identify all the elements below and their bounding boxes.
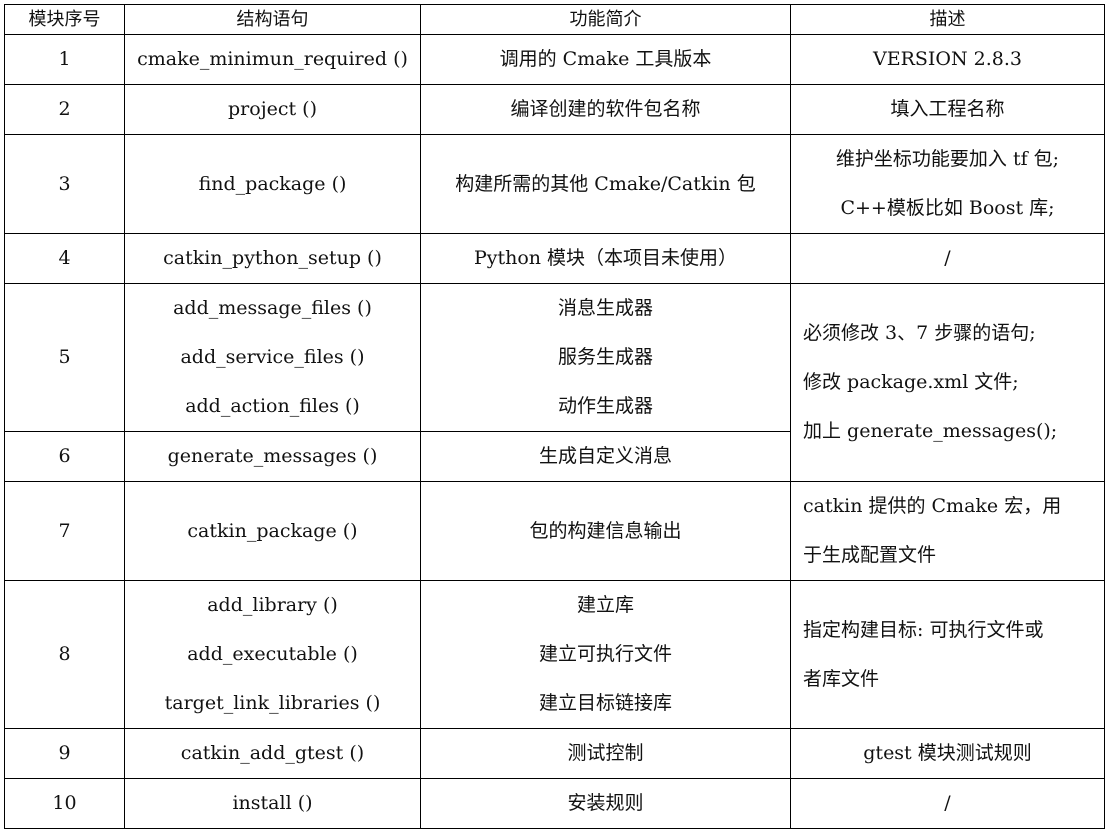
header-function: 功能简介: [420, 4, 791, 35]
function-line: 服务生成器: [557, 346, 653, 368]
function-line: 建立目标链接库: [538, 692, 672, 714]
cell-function: 测试控制: [420, 728, 791, 779]
function-line: 消息生成器: [557, 297, 653, 319]
cell-description: catkin 提供的 Cmake 宏，用 于生成配置文件: [790, 481, 1105, 581]
header-row: 模块序号 结构语句 功能简介 描述: [4, 4, 1105, 35]
header-module-no: 模块序号: [4, 4, 125, 35]
table-row: 4 catkin_python_setup () Python 模块（本项目未使…: [4, 233, 1105, 284]
cell-statement: catkin_python_setup (): [124, 233, 421, 284]
description-line: 修改 package.xml 文件;: [803, 371, 1019, 393]
cell-no: 3: [4, 134, 125, 234]
description-line: 加上 generate_messages();: [803, 420, 1058, 442]
cell-statement: generate_messages (): [124, 431, 421, 482]
cell-statement: project (): [124, 84, 421, 135]
cell-description: /: [790, 233, 1105, 284]
statement-line: add_message_files (): [173, 297, 372, 319]
cell-no: 7: [4, 481, 125, 581]
cell-description: gtest 模块测试规则: [790, 728, 1105, 779]
statement-line: add_executable (): [187, 643, 358, 665]
cell-function: 编译创建的软件包名称: [420, 84, 791, 135]
description-line: 指定构建目标: 可执行文件或: [803, 618, 1044, 641]
cell-function: 生成自定义消息: [420, 431, 791, 482]
table-row: 1 cmake_minimun_required () 调用的 Cmake 工具…: [4, 34, 1105, 85]
table-row: 5 add_message_files () add_service_files…: [4, 283, 1105, 482]
cell-function: 建立库 建立可执行文件 建立目标链接库: [420, 580, 791, 729]
cell-statement: add_library () add_executable () target_…: [124, 580, 421, 729]
statement-line: add_library (): [207, 594, 338, 616]
cell-no: 4: [4, 233, 125, 284]
statement-line: target_link_libraries (): [164, 692, 381, 714]
description-line: catkin 提供的 Cmake 宏，用: [803, 495, 1062, 517]
cell-function: 调用的 Cmake 工具版本: [420, 34, 791, 85]
statement-line: add_service_files (): [180, 346, 365, 368]
table-row: 7 catkin_package () 包的构建信息输出 catkin 提供的 …: [4, 481, 1105, 581]
cell-no: 5: [4, 283, 125, 432]
table-row: 9 catkin_add_gtest () 测试控制 gtest 模块测试规则: [4, 728, 1105, 779]
statement-line: add_action_files (): [185, 395, 360, 417]
description-line: 于生成配置文件: [803, 544, 937, 566]
cell-statement: add_message_files () add_service_files (…: [124, 283, 421, 432]
function-line: 动作生成器: [557, 395, 653, 417]
function-line: 建立库: [576, 594, 634, 616]
cell-function: 包的构建信息输出: [420, 481, 791, 581]
table-row: 10 install () 安装规则 /: [4, 778, 1105, 829]
description-line: 必须修改 3、7 步骤的语句;: [803, 322, 1036, 344]
description-line: C++模板比如 Boost 库;: [840, 197, 1055, 219]
table-row: 8 add_library () add_executable () targe…: [4, 580, 1105, 729]
cell-no: 6: [4, 431, 125, 482]
cell-no: 9: [4, 728, 125, 779]
table-row: 2 project () 编译创建的软件包名称 填入工程名称: [4, 84, 1105, 135]
cell-description: /: [790, 778, 1105, 829]
description-line: 者库文件: [803, 667, 880, 690]
cell-statement: catkin_package (): [124, 481, 421, 581]
cell-description: 维护坐标功能要加入 tf 包; C++模板比如 Boost 库;: [790, 134, 1105, 234]
cell-no: 10: [4, 778, 125, 829]
cell-description: 必须修改 3、7 步骤的语句; 修改 package.xml 文件; 加上 ge…: [790, 283, 1105, 482]
cell-no: 8: [4, 580, 125, 729]
cell-description: VERSION 2.8.3: [790, 34, 1105, 85]
cell-no: 1: [4, 34, 125, 85]
cell-description: 指定构建目标: 可执行文件或 者库文件: [790, 580, 1105, 729]
cell-description: 填入工程名称: [790, 84, 1105, 135]
cell-statement: install (): [124, 778, 421, 829]
cell-function: Python 模块（本项目未使用）: [420, 233, 791, 284]
cell-statement: find_package (): [124, 134, 421, 234]
description-line: 维护坐标功能要加入 tf 包;: [835, 148, 1060, 170]
header-description: 描述: [790, 4, 1105, 35]
cell-function: 构建所需的其他 Cmake/Catkin 包: [420, 134, 791, 234]
cell-function: 安装规则: [420, 778, 791, 829]
cell-statement: catkin_add_gtest (): [124, 728, 421, 779]
cell-no: 2: [4, 84, 125, 135]
function-line: 建立可执行文件: [538, 643, 672, 665]
cell-statement: cmake_minimun_required (): [124, 34, 421, 85]
module-table: 模块序号 结构语句 功能简介 描述 1 cmake_minimun_requir…: [4, 4, 1105, 829]
table-row: 3 find_package () 构建所需的其他 Cmake/Catkin 包…: [4, 134, 1105, 234]
header-statement: 结构语句: [124, 4, 421, 35]
cell-function: 消息生成器 服务生成器 动作生成器: [420, 283, 791, 432]
